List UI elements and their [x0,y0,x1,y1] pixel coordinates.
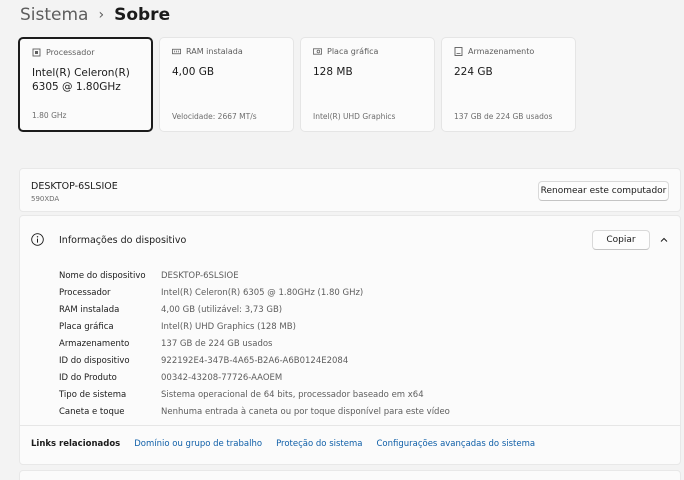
link-advanced-system-settings[interactable]: Configurações avançadas do sistema [376,439,535,449]
spec-value: 922192E4-347B-4A65-B2A6-A6B0124E2084 [161,355,349,366]
spec-label: RAM instalada [59,304,120,315]
link-system-protection[interactable]: Proteção do sistema [276,439,362,449]
spec-card-value: 224 GB [454,66,493,78]
spec-value: Intel(R) Celeron(R) 6305 @ 1.80GHz (1.80… [161,287,364,298]
device-name: DESKTOP-6SLSIOE [31,181,118,192]
info-icon [31,233,44,246]
spec-card-sub: 1.80 GHz [32,111,67,120]
spec-row: ID do Produto 00342-43208-77726-AAOEM [59,369,450,386]
spec-label: Placa gráfica [59,321,114,332]
spec-row: Processador Intel(R) Celeron(R) 6305 @ 1.… [59,284,450,301]
ram-icon [172,47,181,56]
spec-card-graphics[interactable]: Placa gráfica 128 MB Intel(R) UHD Graphi… [300,37,435,132]
spec-card-title: Processador [46,48,95,57]
device-info-header[interactable]: Informações do dispositivo Copiar [20,216,680,262]
device-name-bar: DESKTOP-6SLSIOE 590XDA Renomear este com… [19,168,681,212]
chevron-right-icon: › [98,7,105,23]
spec-row: Tipo de sistema Sistema operacional de 64… [59,386,450,403]
spec-card-processor[interactable]: Processador Intel(R) Celeron(R) 6305 @ 1… [18,37,153,132]
spec-row: Caneta e toque Nenhuma entrada à caneta o… [59,403,450,420]
spec-card-title: Armazenamento [468,47,535,56]
device-spec-list: Nome do dispositivo DESKTOP-6SLSIOE Proce… [59,267,450,420]
link-domain-workgroup[interactable]: Domínio ou grupo de trabalho [134,439,262,449]
spec-card-sub: Intel(R) UHD Graphics [313,112,396,121]
spec-label: Caneta e toque [59,406,125,417]
graphics-card-icon [313,47,322,56]
next-section-card [19,470,681,480]
spec-cards: Processador Intel(R) Celeron(R) 6305 @ 1… [18,37,576,132]
spec-card-sub: Velocidade: 2667 MT/s [172,112,257,121]
chevron-up-icon[interactable] [658,234,670,246]
spec-value: Nenhuma entrada à caneta ou por toque di… [161,406,450,417]
spec-value: 00342-43208-77726-AAOEM [161,372,283,383]
rename-computer-button[interactable]: Renomear este computador [538,181,669,201]
spec-card-value: Intel(R) Celeron(R) 6305 @ 1.80GHz [32,67,130,93]
spec-card-storage[interactable]: Armazenamento 224 GB 137 GB de 224 GB us… [441,37,576,132]
processor-icon [32,48,41,57]
spec-card-sub: 137 GB de 224 GB usados [454,112,553,121]
device-info-panel: Informações do dispositivo Copiar Nome d… [19,215,681,465]
spec-card-title: Placa gráfica [327,47,379,56]
spec-label: Armazenamento [59,338,130,349]
spec-label: Tipo de sistema [59,389,127,400]
spec-row: Armazenamento 137 GB de 224 GB usados [59,335,450,352]
spec-label: ID do Produto [59,372,117,383]
breadcrumb-sistema[interactable]: Sistema [20,5,88,25]
spec-card-value: 4,00 GB [172,66,215,78]
spec-value: Sistema operacional de 64 bits, processa… [161,389,424,400]
spec-card-value: 128 MB [313,66,353,78]
copy-button[interactable]: Copiar [592,230,650,250]
spec-row: RAM instalada 4,00 GB (utilizável: 3,73 G… [59,301,450,318]
spec-label: Processador [59,287,111,298]
spec-card-ram[interactable]: RAM instalada 4,00 GB Velocidade: 2667 M… [159,37,294,132]
spec-value: DESKTOP-6SLSIOE [161,270,239,281]
spec-value: 4,00 GB (utilizável: 3,73 GB) [161,304,283,315]
spec-value: 137 GB de 224 GB usados [161,338,273,349]
spec-label: Nome do dispositivo [59,270,146,281]
spec-row: ID do dispositivo 922192E4-347B-4A65-B2A6… [59,352,450,369]
spec-card-title: RAM instalada [186,47,243,56]
spec-row: Nome do dispositivo DESKTOP-6SLSIOE [59,267,450,284]
device-model: 590XDA [31,195,60,203]
related-links-label: Links relacionados [31,439,121,449]
breadcrumb: Sistema › Sobre [20,4,170,26]
divider [20,425,680,426]
spec-value: Intel(R) UHD Graphics (128 MB) [161,321,296,332]
device-info-title: Informações do dispositivo [59,235,187,246]
spec-row: Placa gráfica Intel(R) UHD Graphics (128 … [59,318,450,335]
storage-icon [454,47,463,56]
spec-label: ID do dispositivo [59,355,130,366]
page-title: Sobre [114,5,171,25]
related-links: Links relacionados Domínio ou grupo de t… [31,439,549,449]
